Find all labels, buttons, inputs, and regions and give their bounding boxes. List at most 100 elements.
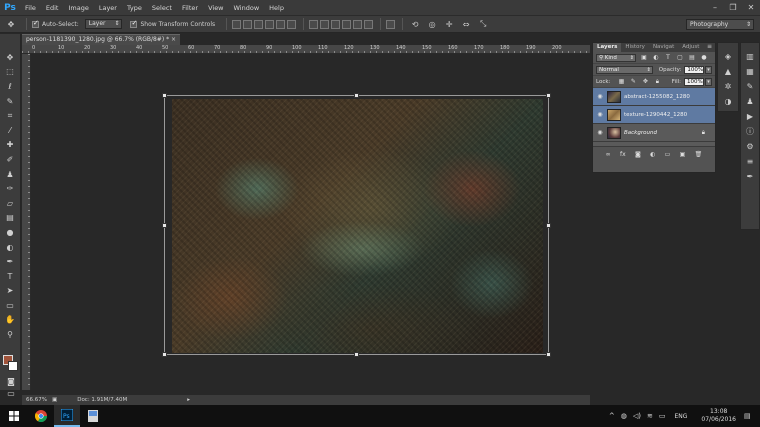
clone-stamp-tool-icon[interactable]: ♟ — [2, 167, 18, 182]
status-menu-arrow-icon[interactable]: ▸ — [187, 397, 190, 403]
transform-handle-bottom-right[interactable] — [546, 352, 551, 357]
add-mask-icon[interactable]: ◙ — [635, 151, 641, 158]
taskbar-chrome[interactable] — [28, 405, 54, 427]
properties-panel-icon[interactable]: ⚙ — [746, 139, 753, 154]
distribute-left-icon[interactable] — [342, 19, 352, 29]
battery-icon[interactable]: ▭ — [659, 412, 666, 420]
start-button[interactable] — [0, 405, 28, 427]
quick-mask-icon[interactable]: ◙ — [3, 374, 19, 389]
canvas-area[interactable] — [31, 54, 590, 390]
filter-toggle-icon[interactable]: ● — [700, 54, 708, 61]
healing-brush-tool-icon[interactable]: ✚ — [2, 138, 18, 153]
rectangle-tool-icon[interactable]: ▭ — [2, 298, 18, 313]
layer-name[interactable]: Background — [624, 130, 657, 136]
fill-dropdown-icon[interactable]: ▾ — [705, 77, 712, 86]
layer-row[interactable]: ◉ abstract-1255082_1280 — [593, 88, 715, 106]
crop-tool-icon[interactable]: ⌗ — [2, 108, 18, 123]
menu-image[interactable]: Image — [63, 4, 93, 12]
paths-panel-icon[interactable]: ✒ — [747, 169, 754, 184]
new-group-icon[interactable]: ▭ — [665, 151, 671, 158]
3d-rotate-icon[interactable]: ⟲ — [408, 18, 422, 30]
align-left-icon[interactable] — [265, 19, 275, 29]
menu-edit[interactable]: Edit — [41, 4, 64, 12]
type-filter-icon[interactable]: T — [664, 54, 672, 61]
distribute-top-icon[interactable] — [309, 19, 319, 29]
link-layers-icon[interactable]: ∞ — [606, 151, 611, 158]
input-language[interactable]: ENG — [674, 413, 687, 420]
transform-handle-right[interactable] — [546, 223, 551, 228]
quick-selection-tool-icon[interactable]: ✎ — [2, 94, 18, 109]
screen-mode-icon[interactable]: ▭ — [3, 388, 19, 398]
eraser-tool-icon[interactable]: ▱ — [2, 196, 18, 211]
taskbar-app[interactable] — [80, 405, 106, 427]
layer-name[interactable]: texture-1290442_1280 — [624, 112, 687, 118]
volume-icon[interactable]: ◁) — [633, 412, 641, 420]
brush-tool-icon[interactable]: ✐ — [2, 152, 18, 167]
pixel-filter-icon[interactable]: ▣ — [640, 54, 648, 61]
channels-panel-icon[interactable]: ≡ — [747, 154, 754, 169]
distribute-right-icon[interactable] — [364, 19, 374, 29]
lock-pixels-icon[interactable]: ✎ — [629, 78, 637, 85]
3d-pan-icon[interactable]: ✛ — [442, 18, 456, 30]
3d-slide-icon[interactable]: ⇔ — [459, 18, 473, 30]
network-icon[interactable]: ◍ — [621, 412, 627, 420]
swatches-panel-icon[interactable]: ▦ — [746, 64, 754, 79]
lock-transparent-icon[interactable]: ▦ — [617, 78, 625, 85]
layer-name[interactable]: abstract-1255082_1280 — [624, 94, 690, 100]
maximize-button[interactable]: ❐ — [724, 0, 742, 15]
menu-view[interactable]: View — [203, 4, 228, 12]
workspace-dropdown[interactable]: Photography — [686, 19, 754, 30]
filter-kind-dropdown[interactable]: ⚲ Kind — [596, 53, 636, 62]
move-tool-preset-icon[interactable]: ✥ — [4, 18, 18, 30]
panel-menu-icon[interactable]: ≡ — [707, 43, 712, 50]
lock-all-icon[interactable]: 🔒︎ — [653, 78, 661, 85]
adjustment-filter-icon[interactable]: ◐ — [652, 54, 660, 61]
opacity-input[interactable]: 100% — [684, 65, 705, 74]
taskbar-photoshop[interactable]: Ps — [54, 405, 80, 427]
zoom-tool-icon[interactable]: ⚲ — [2, 327, 18, 342]
align-top-icon[interactable] — [232, 19, 242, 29]
brush-panel-icon[interactable]: ✎ — [747, 79, 754, 94]
info-panel-icon[interactable]: ⓘ — [746, 124, 754, 139]
menu-window[interactable]: Window — [229, 4, 265, 12]
align-hcenter-icon[interactable] — [276, 19, 286, 29]
visibility-eye-icon[interactable]: ◉ — [595, 129, 605, 136]
path-selection-tool-icon[interactable]: ➤ — [2, 284, 18, 299]
3d-roll-icon[interactable]: ◎ — [425, 18, 439, 30]
zoom-level[interactable]: 66.67% — [22, 397, 52, 403]
opacity-dropdown-icon[interactable]: ▾ — [705, 65, 712, 74]
history-brush-tool-icon[interactable]: ✑ — [2, 181, 18, 196]
minimize-button[interactable]: – — [706, 0, 724, 15]
tab-history[interactable]: History — [621, 43, 649, 52]
layer-row[interactable]: ◉ Background 🔒︎ — [593, 124, 715, 142]
transform-handle-top-left[interactable] — [162, 93, 167, 98]
align-bottom-icon[interactable] — [254, 19, 264, 29]
auto-select-target-dropdown[interactable]: Layer — [84, 19, 123, 29]
fill-input[interactable]: 100% — [684, 77, 704, 86]
transform-bounding-box[interactable] — [162, 93, 551, 357]
menu-help[interactable]: Help — [264, 4, 289, 12]
export-icon[interactable]: ▣ — [52, 397, 57, 403]
distribute-vcenter-icon[interactable] — [320, 19, 330, 29]
wifi-icon[interactable]: ≋ — [647, 412, 653, 420]
horizontal-ruler[interactable]: 0 10 20 30 40 50 60 70 80 90 100 110 120… — [22, 45, 590, 54]
3d-scale-icon[interactable]: ⤡ — [476, 18, 490, 30]
layer-style-icon[interactable]: fx — [620, 151, 626, 158]
new-layer-icon[interactable]: ▣ — [680, 151, 686, 158]
visibility-eye-icon[interactable]: ◉ — [595, 111, 605, 118]
auto-align-icon[interactable] — [386, 19, 396, 29]
vertical-ruler[interactable] — [22, 54, 31, 390]
delete-layer-icon[interactable]: 🗑︎ — [695, 151, 703, 158]
transform-handle-bottom[interactable] — [354, 352, 359, 357]
auto-select-checkbox[interactable] — [32, 19, 39, 28]
menu-layer[interactable]: Layer — [94, 4, 122, 12]
pen-tool-icon[interactable]: ✒ — [2, 254, 18, 269]
actions-panel-icon[interactable]: ▶ — [747, 109, 753, 124]
shape-filter-icon[interactable]: ▢ — [676, 54, 684, 61]
document-tab[interactable]: person-1181390_1280.jpg @ 66.7% (RGB/8#)… — [22, 34, 180, 45]
smart-object-filter-icon[interactable]: ▤ — [688, 54, 696, 61]
navigator-panel-icon[interactable]: ✲ — [725, 79, 732, 94]
tab-layers[interactable]: Layers — [593, 43, 622, 52]
move-tool-icon[interactable]: ✥ — [2, 50, 18, 65]
lasso-tool-icon[interactable]: ℓ — [2, 79, 18, 94]
